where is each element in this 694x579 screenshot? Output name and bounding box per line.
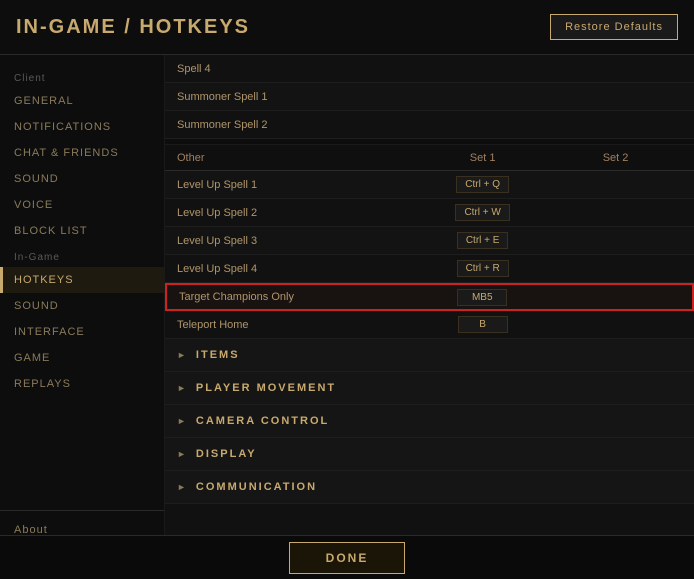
- cell-name: Level Up Spell 1: [177, 179, 416, 191]
- table-row: Level Up Spell 4 Ctrl + R: [165, 255, 694, 283]
- sidebar-item-sound-client[interactable]: SOUND: [0, 166, 164, 192]
- sidebar-item-interface[interactable]: INTERFACE: [0, 319, 164, 345]
- sidebar: Client GENERAL NOTIFICATIONS CHAT & FRIE…: [0, 55, 165, 579]
- table-row: Teleport Home B: [165, 311, 694, 339]
- sidebar-item-general[interactable]: GENERAL: [0, 88, 164, 114]
- page-header: IN-GAME / HOTKEYS Restore Defaults: [0, 0, 694, 55]
- keybind[interactable]: Ctrl + W: [455, 204, 509, 221]
- keybind[interactable]: Ctrl + Q: [456, 176, 509, 193]
- chevron-right-icon: ►: [177, 383, 188, 393]
- sidebar-section-client: Client: [0, 65, 164, 88]
- chevron-right-icon: ►: [177, 350, 188, 360]
- camera-control-section: ► CAMERA CONTROL: [165, 405, 694, 438]
- breadcrumb-prefix: IN-GAME /: [16, 16, 139, 38]
- cell-name: Teleport Home: [177, 319, 416, 331]
- footer: DONE: [0, 535, 694, 579]
- main-layout: Client GENERAL NOTIFICATIONS CHAT & FRIE…: [0, 55, 694, 579]
- cell-name: Level Up Spell 2: [177, 207, 416, 219]
- table-row: Spell 4: [165, 55, 694, 83]
- sidebar-item-replays[interactable]: REPLAYS: [0, 371, 164, 397]
- col-set1: Set 1: [416, 152, 549, 164]
- communication-header[interactable]: ► COMMUNICATION: [165, 471, 694, 503]
- table-row: Level Up Spell 3 Ctrl + E: [165, 227, 694, 255]
- items-section: ► ITEMS: [165, 339, 694, 372]
- chevron-right-icon: ►: [177, 482, 188, 492]
- sidebar-section-ingame: In-Game: [0, 244, 164, 267]
- other-header-row: Other Set 1 Set 2: [165, 145, 694, 171]
- col-set2: Set 2: [549, 152, 682, 164]
- content-area[interactable]: Spell 4 Summoner Spell 1 Summoner Spell …: [165, 55, 694, 579]
- chevron-right-icon: ►: [177, 416, 188, 426]
- items-section-label: ITEMS: [196, 349, 240, 361]
- sidebar-item-notifications[interactable]: NOTIFICATIONS: [0, 114, 164, 140]
- items-section-header[interactable]: ► ITEMS: [165, 339, 694, 371]
- spells-table: Spell 4 Summoner Spell 1 Summoner Spell …: [165, 55, 694, 139]
- page-title-main: HOTKEYS: [139, 16, 250, 38]
- sidebar-item-voice[interactable]: VOICE: [0, 192, 164, 218]
- table-row: Summoner Spell 2: [165, 111, 694, 139]
- table-row: Level Up Spell 2 Ctrl + W: [165, 199, 694, 227]
- display-header[interactable]: ► DISPLAY: [165, 438, 694, 470]
- col-other: Other: [177, 152, 416, 164]
- cell-name: Spell 4: [177, 63, 416, 75]
- display-label: DISPLAY: [196, 448, 257, 460]
- keybind[interactable]: MB5: [457, 289, 507, 306]
- camera-control-label: CAMERA CONTROL: [196, 415, 329, 427]
- done-button[interactable]: DONE: [289, 542, 406, 574]
- keybind[interactable]: Ctrl + R: [457, 260, 509, 277]
- target-champions-row: Target Champions Only MB5: [165, 283, 694, 311]
- camera-control-header[interactable]: ► CAMERA CONTROL: [165, 405, 694, 437]
- sidebar-item-game[interactable]: GAME: [0, 345, 164, 371]
- page-title: IN-GAME / HOTKEYS: [16, 16, 250, 39]
- table-row: Level Up Spell 1 Ctrl + Q: [165, 171, 694, 199]
- player-movement-section: ► PLAYER MOVEMENT: [165, 372, 694, 405]
- cell-name: Summoner Spell 2: [177, 119, 416, 131]
- sidebar-item-hotkeys[interactable]: HOTKEYS: [0, 267, 164, 293]
- cell-name: Level Up Spell 3: [177, 235, 416, 247]
- communication-label: COMMUNICATION: [196, 481, 317, 493]
- table-row: Summoner Spell 1: [165, 83, 694, 111]
- cell-name: Level Up Spell 4: [177, 263, 416, 275]
- communication-section: ► COMMUNICATION: [165, 471, 694, 504]
- chevron-right-icon: ►: [177, 449, 188, 459]
- player-movement-label: PLAYER MOVEMENT: [196, 382, 336, 394]
- cell-name: Target Champions Only: [179, 291, 416, 303]
- sidebar-item-chat-friends[interactable]: CHAT & FRIENDS: [0, 140, 164, 166]
- display-section: ► DISPLAY: [165, 438, 694, 471]
- keybind[interactable]: Ctrl + E: [457, 232, 509, 249]
- keybind[interactable]: B: [458, 316, 508, 333]
- restore-defaults-button[interactable]: Restore Defaults: [550, 14, 678, 40]
- cell-name: Summoner Spell 1: [177, 91, 416, 103]
- sidebar-item-block-list[interactable]: BLOCK LIST: [0, 218, 164, 244]
- sidebar-item-sound-ingame[interactable]: SOUND: [0, 293, 164, 319]
- player-movement-header[interactable]: ► PLAYER MOVEMENT: [165, 372, 694, 404]
